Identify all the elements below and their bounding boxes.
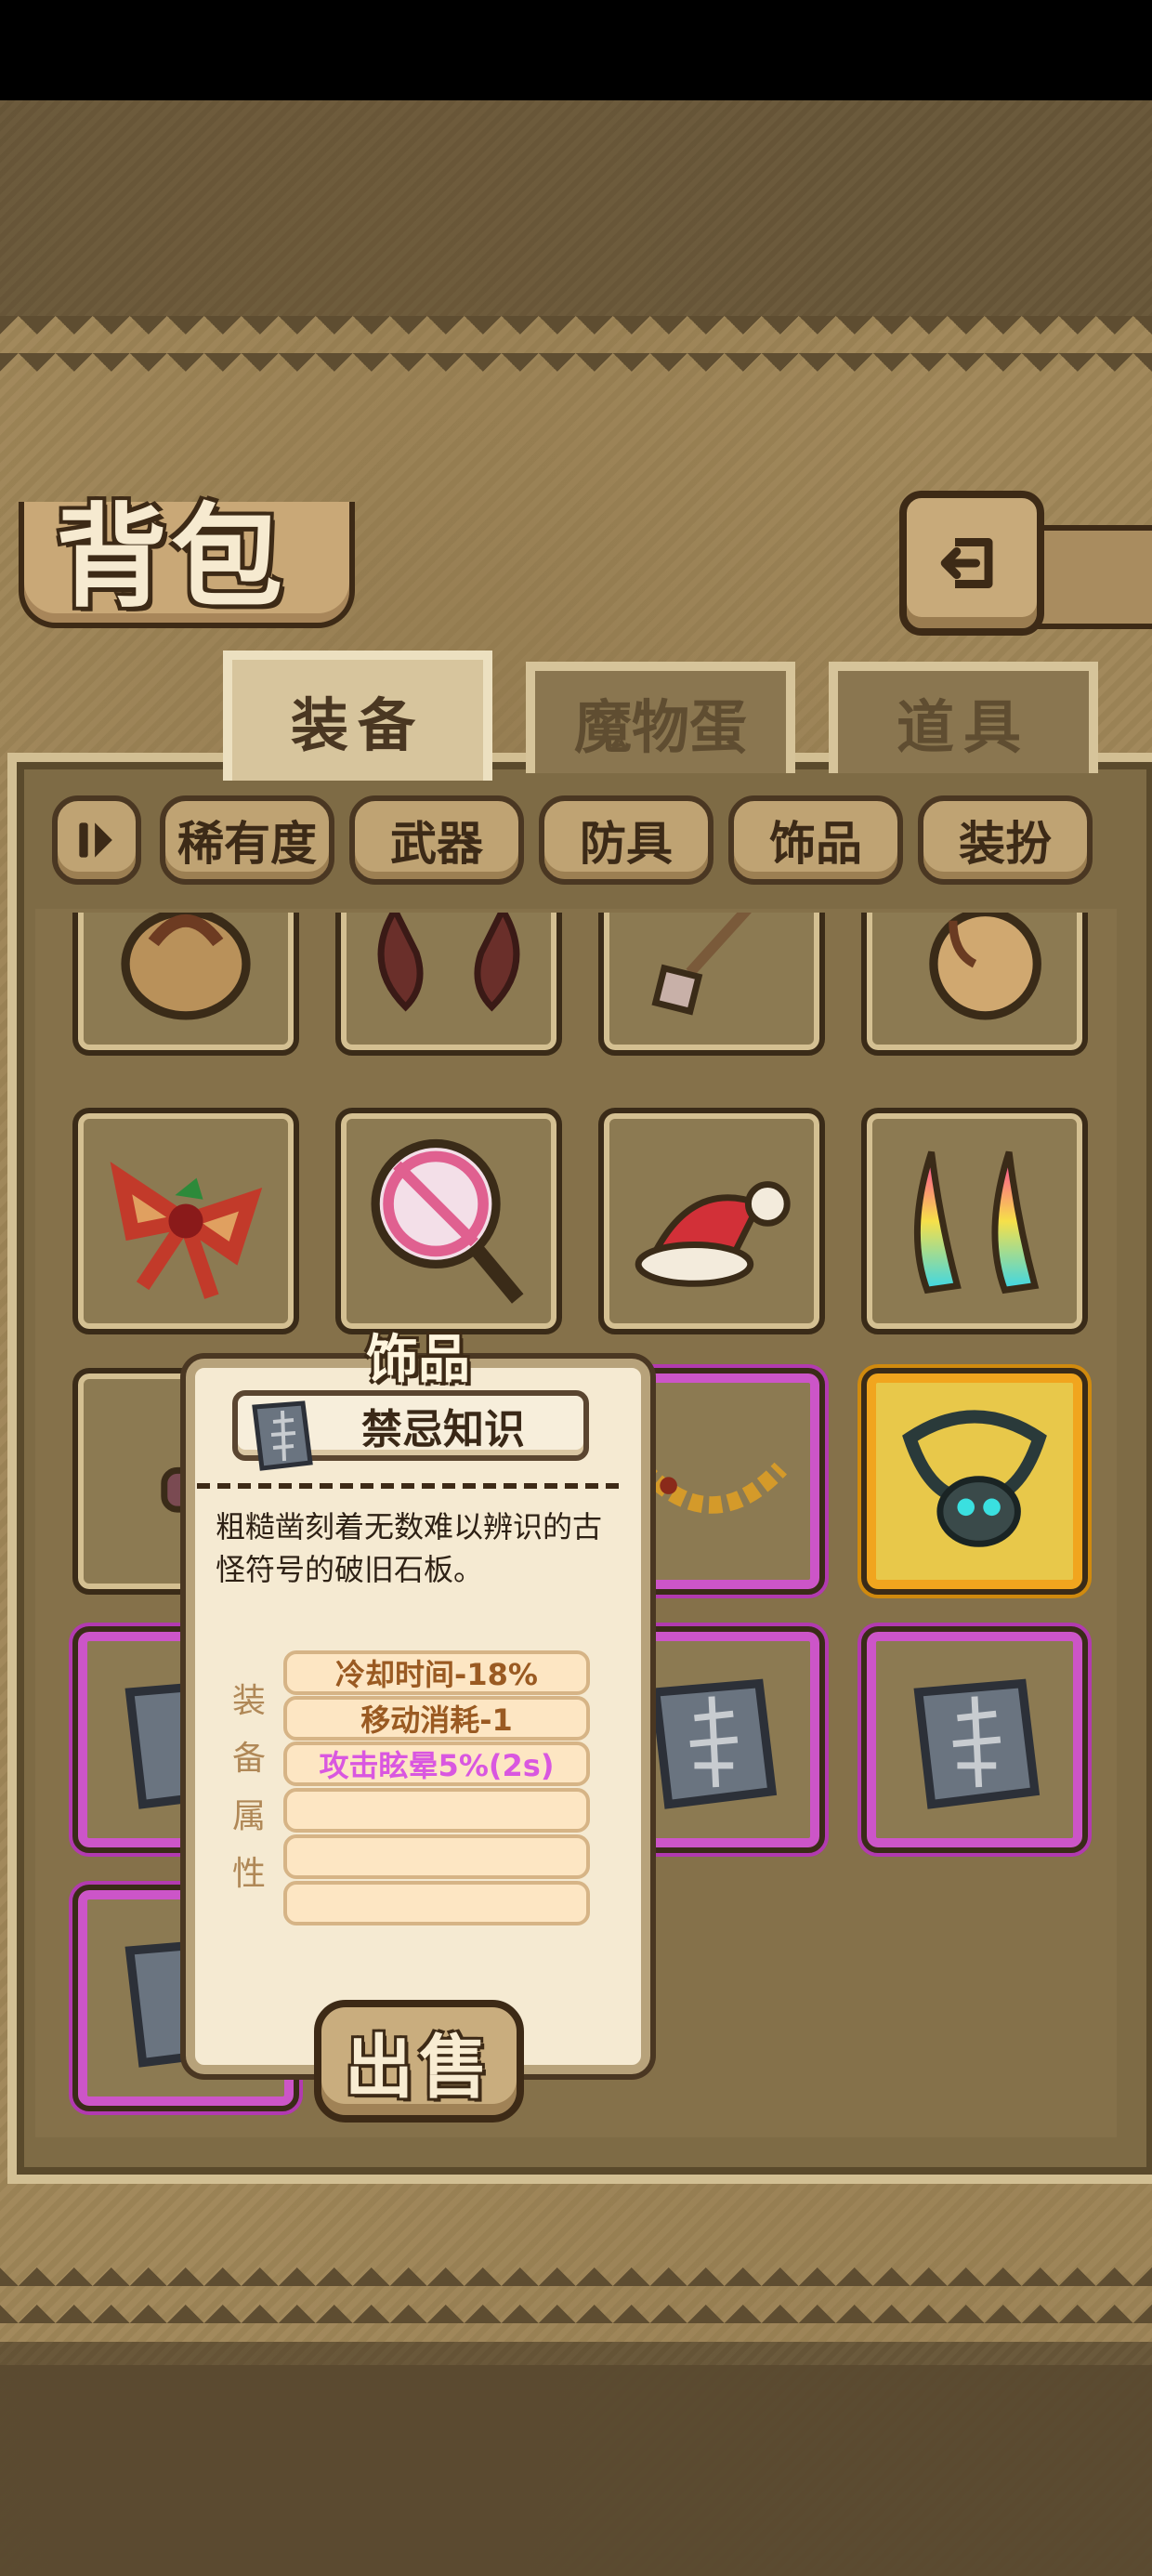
zigzag-border-bottom xyxy=(0,2249,1152,2323)
shovel-icon xyxy=(651,913,752,1016)
stat-label-char: 装 xyxy=(231,1682,266,1720)
stat-section-label: 装 备 属 性 xyxy=(230,1673,268,1903)
inventory-slot[interactable] xyxy=(861,913,1088,1056)
stat-label-char: 属 xyxy=(231,1797,266,1835)
tooltip-item-icon xyxy=(238,1388,331,1481)
inventory-slot[interactable] xyxy=(335,1108,562,1334)
sell-button[interactable]: 出售 xyxy=(314,2000,524,2123)
page-title: 背包 xyxy=(56,492,286,623)
sort-icon xyxy=(79,822,112,858)
stone-tablet-icon xyxy=(913,1678,1041,1809)
filter-armor-button[interactable]: 防具 xyxy=(539,795,713,885)
santa-hat-icon xyxy=(635,1181,791,1287)
gourd-icon xyxy=(929,913,1041,1020)
stat-line-empty xyxy=(283,1834,590,1879)
filter-outfit-button[interactable]: 装扮 xyxy=(918,795,1093,885)
filter-accessory-button[interactable]: 饰品 xyxy=(728,795,903,885)
stat-line-empty xyxy=(283,1881,590,1925)
stat-line: 冷却时间-18% xyxy=(283,1650,590,1695)
zigzag-border-top xyxy=(0,316,1152,372)
stat-label-char: 备 xyxy=(231,1740,266,1778)
return-arrow-icon xyxy=(940,538,993,588)
stat-line: 攻击眩晕5%(2s) xyxy=(283,1741,590,1786)
inventory-slot[interactable] xyxy=(861,1108,1088,1334)
tooltip-divider xyxy=(197,1483,621,1489)
tab-items-label: 道具 xyxy=(896,693,1030,761)
filter-rarity-label: 稀有度 xyxy=(177,817,317,871)
sell-button-label: 出售 xyxy=(345,2027,493,2108)
filter-rarity-button[interactable]: 稀有度 xyxy=(160,795,334,885)
tab-items[interactable]: 道具 xyxy=(829,662,1098,773)
inventory-slot[interactable] xyxy=(861,1368,1088,1595)
tooltip-description: 粗糙凿刻着无数难以辨识的古怪符号的破旧石板。 xyxy=(216,1509,603,1587)
bag-icon xyxy=(121,913,251,1020)
tab-monster-egg[interactable]: 魔物蛋 xyxy=(526,662,795,773)
map-background-bottom xyxy=(0,2365,1152,2576)
inventory-slot[interactable] xyxy=(598,913,825,1056)
tooltip-category: 饰品 xyxy=(366,1330,470,1390)
inventory-slot[interactable] xyxy=(72,1108,299,1334)
inventory-slot[interactable] xyxy=(72,913,299,1056)
filter-outfit-label: 装扮 xyxy=(959,817,1052,871)
skull-necklace-icon xyxy=(902,1410,1047,1547)
stat-line: 移动消耗-1 xyxy=(283,1696,590,1741)
tab-monster-egg-label: 魔物蛋 xyxy=(573,693,747,761)
bow-ribbon-icon xyxy=(110,1161,263,1299)
inventory-slot[interactable] xyxy=(335,913,562,1056)
tab-equipment-label: 装备 xyxy=(290,691,425,759)
back-button[interactable] xyxy=(899,491,1044,636)
stat-label-char: 性 xyxy=(231,1855,266,1893)
stone-tablet-icon xyxy=(252,1400,313,1471)
stat-line-empty xyxy=(283,1788,590,1833)
inventory-slot[interactable] xyxy=(861,1626,1088,1853)
filter-accessory-label: 饰品 xyxy=(769,817,862,871)
horns-brown-icon xyxy=(377,913,520,1012)
filter-weapon-label: 武器 xyxy=(390,817,483,871)
lollipop-icon xyxy=(371,1138,524,1304)
rainbow-horns-icon xyxy=(913,1150,1040,1295)
back-button-rail xyxy=(1029,525,1152,629)
inventory-slot[interactable] xyxy=(598,1108,825,1334)
filter-weapon-button[interactable]: 武器 xyxy=(349,795,524,885)
tab-equipment[interactable]: 装备 xyxy=(223,651,492,781)
sort-toggle-button[interactable] xyxy=(52,795,141,885)
filter-armor-label: 防具 xyxy=(580,817,673,871)
